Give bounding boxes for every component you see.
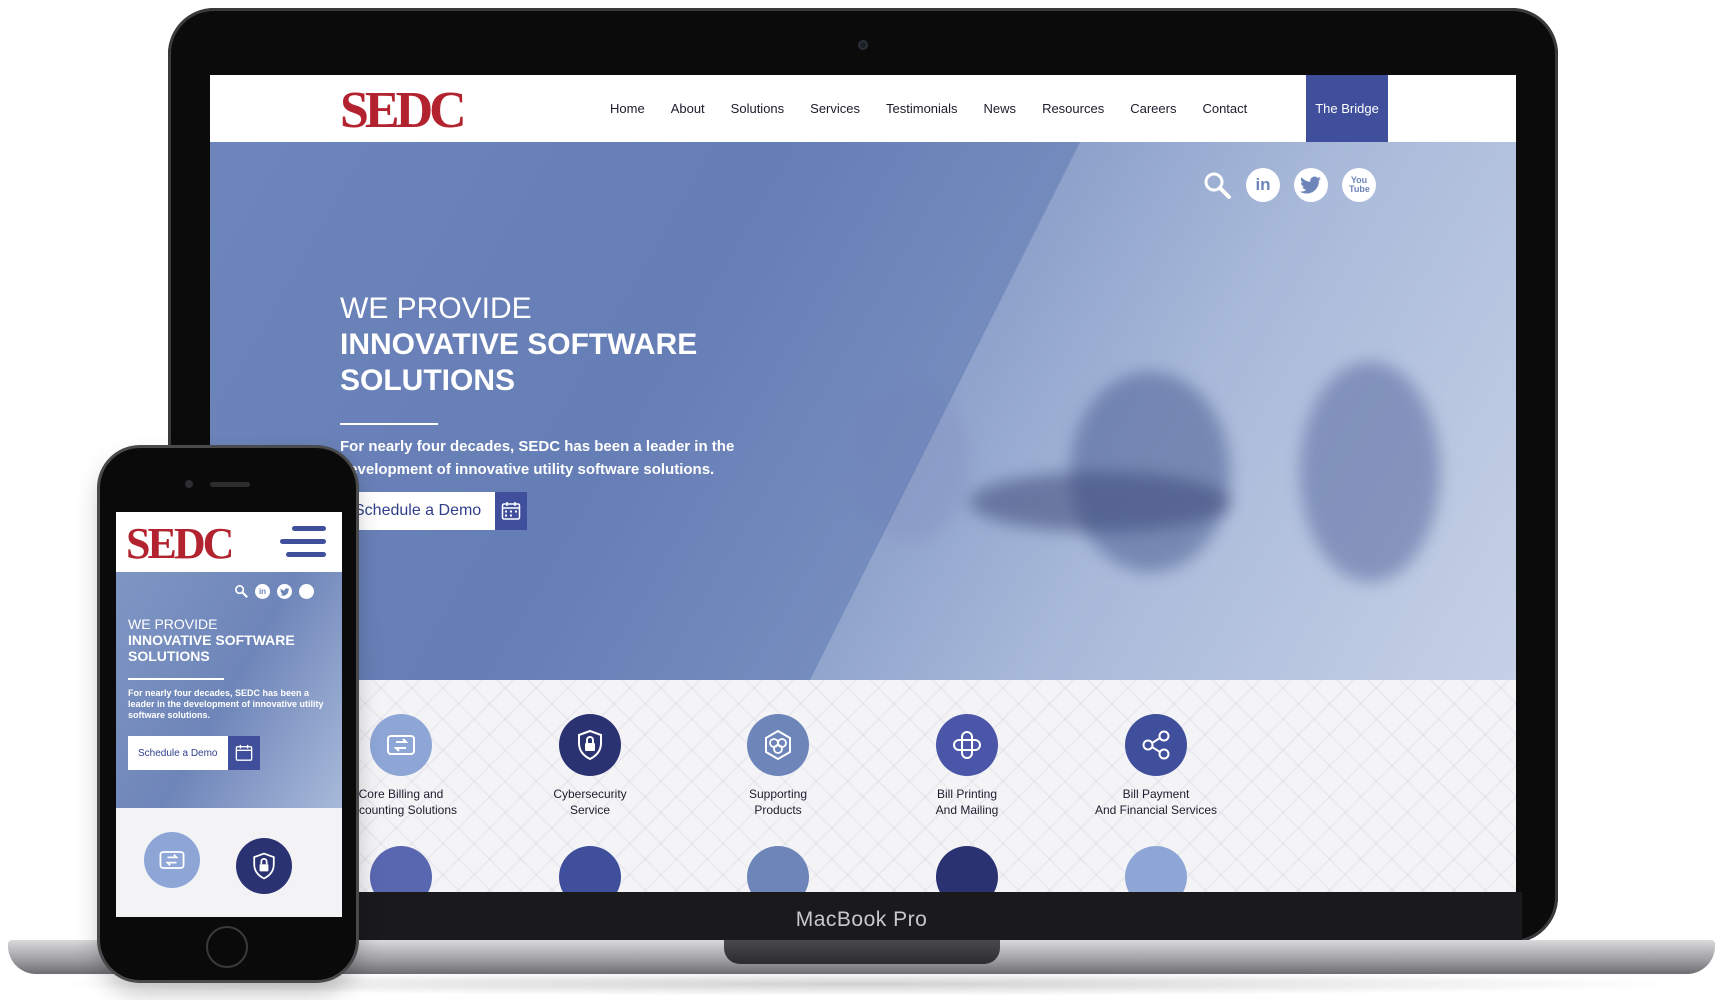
- hero-diagonal-overlay: [210, 142, 1080, 680]
- nav-about[interactable]: About: [671, 101, 705, 116]
- service-cybersecurity[interactable]: Cybersecurity Service: [500, 714, 680, 818]
- device-mockup-scene: MacBook Pro SEDC Home About Solutions Se…: [0, 0, 1723, 1000]
- service-label: Accounting Solutions: [344, 803, 458, 817]
- nav-solutions[interactable]: Solutions: [731, 101, 784, 116]
- laptop-screen: SEDC Home About Solutions Services Testi…: [210, 75, 1516, 892]
- linkedin-icon-text: in: [1255, 175, 1271, 194]
- nav-the-bridge-button[interactable]: The Bridge: [1306, 75, 1388, 142]
- nav-news[interactable]: News: [984, 101, 1017, 116]
- service-label: Core Billing and: [358, 787, 444, 801]
- service-label: Service: [569, 803, 610, 817]
- schedule-demo-label: Schedule a Demo: [128, 736, 228, 770]
- billing-icon[interactable]: [144, 832, 200, 888]
- twitter-icon[interactable]: [1294, 168, 1328, 202]
- mobile-header: SEDC: [116, 512, 342, 572]
- phone-device: SEDC in WE PROVIDE INNOVATIVE SOFTWARE S…: [100, 448, 356, 980]
- lock-icon: [559, 714, 621, 776]
- mobile-hero-title: INNOVATIVE SOFTWARE SOLUTIONS: [128, 632, 295, 664]
- linkedin-icon[interactable]: in: [255, 584, 270, 599]
- calendar-icon: [495, 492, 528, 530]
- hero-section: in You Tube WE PROVIDE INNOVATIVE SOFTWA…: [210, 142, 1516, 680]
- nav-services[interactable]: Services: [810, 101, 860, 116]
- diamond-icon[interactable]: [559, 846, 621, 892]
- linkedin-icon-text: in: [258, 587, 267, 596]
- main-nav: Home About Solutions Services Testimonia…: [610, 75, 1273, 142]
- service-label: Products: [754, 803, 802, 817]
- phone-speaker: [210, 482, 250, 487]
- mobile-schedule-demo-button[interactable]: Schedule a Demo: [128, 736, 260, 770]
- printing-icon: [936, 714, 998, 776]
- service-label: Supporting: [748, 787, 808, 801]
- service-bill-printing[interactable]: Bill Printing And Mailing: [877, 714, 1057, 818]
- mobile-hero-description: For nearly four decades, SEDC has been a…: [128, 688, 324, 720]
- lock-icon[interactable]: [236, 838, 292, 894]
- service-label: Bill Printing: [936, 787, 998, 801]
- people-icon[interactable]: [370, 846, 432, 892]
- hero-description: For nearly four decades, SEDC has been a…: [340, 438, 735, 478]
- chart-icon[interactable]: [747, 846, 809, 892]
- laptop-camera: [858, 40, 868, 50]
- network-icon[interactable]: [1125, 846, 1187, 892]
- services-section: Core Billing and Accounting Solutions Cyb…: [210, 680, 1516, 892]
- hamburger-menu-icon[interactable]: [280, 526, 326, 558]
- billing-icon: [370, 714, 432, 776]
- phone-home-button[interactable]: [206, 926, 248, 968]
- youtube-icon[interactable]: You Tube: [1342, 168, 1376, 202]
- search-icon[interactable]: [234, 584, 248, 599]
- share-icon: [1125, 714, 1187, 776]
- hero-divider: [340, 423, 438, 425]
- calendar-icon: [227, 736, 260, 770]
- service-label: Cybersecurity: [553, 787, 627, 801]
- service-supporting-products[interactable]: Supporting Products: [688, 714, 868, 818]
- nav-resources[interactable]: Resources: [1042, 101, 1104, 116]
- mobile-hero-section: in WE PROVIDE INNOVATIVE SOFTWARE SOLUTI…: [116, 572, 342, 808]
- site-header: SEDC Home About Solutions Services Testi…: [210, 75, 1516, 142]
- nav-careers[interactable]: Careers: [1130, 101, 1176, 116]
- sedc-logo[interactable]: SEDC: [126, 518, 234, 569]
- laptop-notch: [724, 940, 1000, 964]
- service-label: And Mailing: [935, 803, 999, 817]
- nav-contact[interactable]: Contact: [1202, 101, 1247, 116]
- schedule-demo-button[interactable]: Schedule a Demo: [340, 492, 528, 530]
- hero-kicker: WE PROVIDE: [340, 292, 532, 325]
- mobile-hero-kicker: WE PROVIDE: [128, 616, 218, 632]
- service-label: And Financial Services: [1094, 803, 1218, 817]
- twitter-icon[interactable]: [277, 584, 292, 599]
- mobile-social-icons: in: [234, 584, 314, 599]
- search-icon[interactable]: [1202, 170, 1232, 200]
- phone-camera: [185, 480, 193, 488]
- schedule-demo-label: Schedule a Demo: [340, 492, 496, 530]
- youtube-icon-text: You Tube: [1349, 175, 1370, 194]
- phone-screen: SEDC in WE PROVIDE INNOVATIVE SOFTWARE S…: [116, 512, 342, 917]
- hero-social-icons: in You Tube: [1202, 168, 1376, 202]
- hexagon-icon: [747, 714, 809, 776]
- service-bill-payment[interactable]: Bill Payment And Financial Services: [1066, 714, 1246, 818]
- nav-testimonials[interactable]: Testimonials: [886, 101, 958, 116]
- youtube-icon[interactable]: [299, 584, 314, 599]
- service-label: Bill Payment: [1122, 787, 1190, 801]
- nav-home[interactable]: Home: [610, 101, 645, 116]
- hero-title: INNOVATIVE SOFTWARE SOLUTIONS: [340, 328, 698, 397]
- mobile-hero-divider: [128, 678, 224, 680]
- drop-icon[interactable]: [936, 846, 998, 892]
- linkedin-icon[interactable]: in: [1246, 168, 1280, 202]
- sedc-logo[interactable]: SEDC: [340, 81, 467, 140]
